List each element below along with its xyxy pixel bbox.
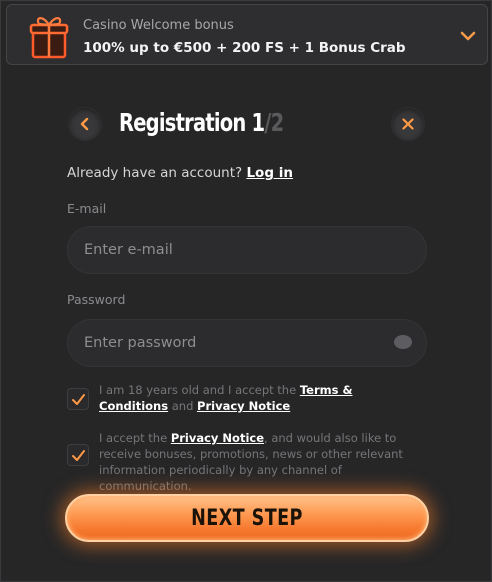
chevron-left-icon (80, 117, 89, 131)
password-field[interactable] (67, 319, 427, 367)
marketing-consent-prefix: I accept the (99, 431, 171, 445)
marketing-privacy-link[interactable]: Privacy Notice (171, 431, 264, 445)
step-total: /2 (264, 108, 284, 137)
age-consent-text: I am 18 years old and I accept the Terms… (99, 382, 419, 414)
page-title: Registration 1/2 (119, 105, 284, 141)
privacy-link[interactable]: Privacy Notice (197, 399, 290, 413)
page-title-text: Registration 1 (119, 108, 265, 137)
marketing-consent-text: I accept the Privacy Notice, and would a… (99, 430, 419, 494)
close-icon (402, 118, 414, 130)
registration-modal: Casino Welcome bonus 100% up to €500 + 2… (0, 0, 492, 582)
gift-icon (29, 17, 69, 59)
marketing-consent-checkbox[interactable] (67, 444, 89, 466)
login-link[interactable]: Log in (246, 165, 292, 181)
age-consent-prefix: I am 18 years old and I accept the (99, 383, 300, 397)
bonus-title: 100% up to €500 + 200 FS + 1 Bonus Crab (83, 40, 406, 56)
email-label: E-mail (67, 201, 107, 216)
login-prompt: Already have an account? Log in (67, 164, 293, 182)
age-consent-middle: and (168, 399, 198, 413)
login-prompt-text: Already have an account? (67, 165, 247, 181)
next-step-label: NEXT STEP (191, 506, 303, 531)
password-label: Password (67, 292, 126, 307)
close-button[interactable] (392, 108, 424, 140)
checkmark-icon (72, 450, 85, 461)
bonus-subtitle: Casino Welcome bonus (83, 18, 234, 33)
chevron-down-icon[interactable] (457, 25, 479, 47)
next-step-button[interactable]: NEXT STEP (65, 494, 429, 542)
email-field[interactable] (67, 226, 427, 274)
eye-icon[interactable] (394, 335, 412, 349)
bonus-banner[interactable]: Casino Welcome bonus 100% up to €500 + 2… (6, 4, 488, 65)
back-button[interactable] (69, 108, 101, 140)
age-consent-checkbox[interactable] (67, 388, 89, 410)
checkmark-icon (72, 394, 85, 405)
